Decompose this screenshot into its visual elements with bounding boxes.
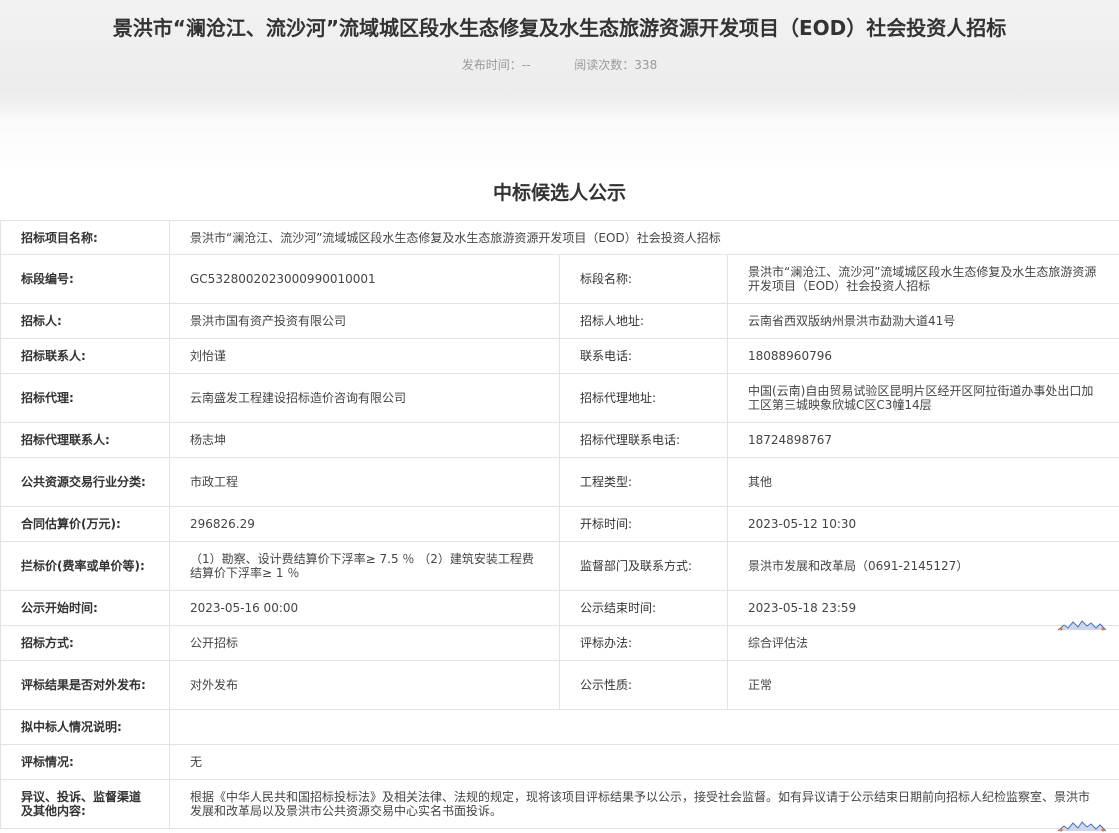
agent-addr-label: 招标代理地址:: [559, 373, 728, 423]
agent-contact-value: 杨志坤: [169, 422, 560, 458]
industry-value: 市政工程: [169, 457, 560, 507]
table-row: 招标联系人: 刘怡谨 联系电话: 18088960796: [0, 338, 1119, 374]
section-name-label: 标段名称:: [559, 254, 728, 304]
agent-addr-value: 中国(云南)自由贸易试验区昆明片区经开区阿拉街道办事处出口加工区第三城映象欣城C…: [726, 373, 1119, 423]
agent-phone-value: 18724898767: [726, 422, 1119, 458]
project-type-label: 工程类型:: [559, 457, 728, 507]
table-row: 评标结果是否对外发布: 对外发布 公示性质: 正常: [0, 660, 1119, 710]
table-row: 异议、投诉、监督渠道及其他内容: 根据《中华人民共和国招标投标法》及相关法律、法…: [0, 779, 1119, 829]
open-time-value: 2023-05-12 10:30: [726, 506, 1119, 542]
contract-price-value: 296826.29: [169, 506, 560, 542]
eval-status-value: 无: [168, 744, 1119, 780]
project-name-label: 招标项目名称:: [0, 220, 170, 255]
section-name-value: 景洪市“澜沧江、流沙河”流域城区段水生态修复及水生态旅游资源开发项目（EOD）社…: [726, 254, 1119, 304]
agent-phone-label: 招标代理联系电话:: [559, 422, 728, 458]
candidate-desc-label: 拟中标人情况说明:: [0, 709, 170, 745]
page-title: 景洪市“澜沧江、流沙河”流域城区段水生态修复及水生态旅游资源开发项目（EOD）社…: [112, 16, 1007, 40]
wave-decoration-icon: [1058, 620, 1106, 631]
meta-info: 发布时间：-- 阅读次数：338: [0, 56, 1119, 73]
table-row: 合同估算价(万元): 296826.29 开标时间: 2023-05-12 10…: [0, 506, 1119, 542]
bid-price-label: 拦标价(费率或单价等):: [0, 541, 170, 591]
agent-contact-label: 招标代理联系人:: [0, 422, 170, 458]
tenderer-addr-value: 云南省西双版纳州景洪市勐泐大道41号: [726, 303, 1119, 339]
pub-start-label: 公示开始时间:: [0, 590, 170, 626]
tenderer-label: 招标人:: [0, 303, 170, 339]
contact-value: 刘怡谨: [169, 338, 560, 374]
table-row: 公共资源交易行业分类: 市政工程 工程类型: 其他: [0, 457, 1119, 507]
publish-time: 发布时间：--: [461, 58, 531, 72]
pub-start-value: 2023-05-16 00:00: [169, 590, 560, 626]
pub-end-label: 公示结束时间:: [559, 590, 728, 626]
pub-nature-value: 正常: [726, 660, 1119, 710]
table-row: 公示开始时间: 2023-05-16 00:00 公示结束时间: 2023-05…: [0, 590, 1119, 626]
agent-value: 云南盛发工程建设招标造价咨询有限公司: [169, 373, 560, 423]
notice-title: 中标候选人公示: [492, 182, 626, 204]
open-time-label: 开标时间:: [559, 506, 728, 542]
table-row: 拦标价(费率或单价等): （1）勘察、设计费结算价下浮率≥ 7.5 ％ （2）建…: [0, 541, 1119, 591]
tenderer-value: 景洪市国有资产投资有限公司: [169, 303, 560, 339]
agent-label: 招标代理:: [0, 373, 170, 423]
section-no-value: GC5328002023000990010001: [169, 254, 560, 304]
table-row: 招标人: 景洪市国有资产投资有限公司 招标人地址: 云南省西双版纳州景洪市勐泐大…: [0, 303, 1119, 339]
table-row: 评标情况: 无: [0, 744, 1119, 780]
objection-label: 异议、投诉、监督渠道及其他内容:: [0, 779, 170, 829]
bid-price-value: （1）勘察、设计费结算价下浮率≥ 7.5 ％ （2）建筑安装工程费结算价下浮率≥…: [169, 541, 560, 591]
pub-nature-label: 公示性质:: [559, 660, 728, 710]
eval-method-label: 评标办法:: [559, 625, 728, 661]
wave-decoration-icon: [1058, 821, 1106, 832]
table-row: 招标代理: 云南盛发工程建设招标造价咨询有限公司 招标代理地址: 中国(云南)自…: [0, 373, 1119, 423]
table-row: 拟中标人情况说明:: [0, 709, 1119, 745]
method-value: 公开招标: [169, 625, 560, 661]
method-label: 招标方式:: [0, 625, 170, 661]
header-spacer: [0, 116, 1119, 172]
phone-label: 联系电话:: [559, 338, 728, 374]
info-table: 招标项目名称: 景洪市“澜沧江、流沙河”流域城区段水生态修复及水生态旅游资源开发…: [0, 220, 1119, 829]
phone-value: 18088960796: [726, 338, 1119, 374]
read-count: 阅读次数：338: [574, 58, 658, 72]
contact-label: 招标联系人:: [0, 338, 170, 374]
industry-label: 公共资源交易行业分类:: [0, 457, 170, 507]
table-row: 标段编号: GC5328002023000990010001 标段名称: 景洪市…: [0, 254, 1119, 304]
supervisor-label: 监督部门及联系方式:: [559, 541, 728, 591]
section-no-label: 标段编号:: [0, 254, 170, 304]
table-row: 招标项目名称: 景洪市“澜沧江、流沙河”流域城区段水生态修复及水生态旅游资源开发…: [0, 220, 1119, 255]
supervisor-value: 景洪市发展和改革局（0691-2145127）: [726, 541, 1119, 591]
project-name-value: 景洪市“澜沧江、流沙河”流域城区段水生态修复及水生态旅游资源开发项目（EOD）社…: [168, 220, 1119, 255]
objection-value: 根据《中华人民共和国招标投标法》及相关法律、法规的规定，现将该项目评标结果予以公…: [168, 779, 1119, 829]
public-result-value: 对外发布: [169, 660, 560, 710]
table-row: 招标方式: 公开招标 评标办法: 综合评估法: [0, 625, 1119, 661]
contract-price-label: 合同估算价(万元):: [0, 506, 170, 542]
candidate-desc-value: [168, 709, 1119, 745]
project-type-value: 其他: [726, 457, 1119, 507]
public-result-label: 评标结果是否对外发布:: [0, 660, 170, 710]
eval-status-label: 评标情况:: [0, 744, 170, 780]
page-header: 景洪市“澜沧江、流沙河”流域城区段水生态修复及水生态旅游资源开发项目（EOD）社…: [0, 0, 1119, 116]
table-row: 招标代理联系人: 杨志坤 招标代理联系电话: 18724898767: [0, 422, 1119, 458]
tenderer-addr-label: 招标人地址:: [559, 303, 728, 339]
